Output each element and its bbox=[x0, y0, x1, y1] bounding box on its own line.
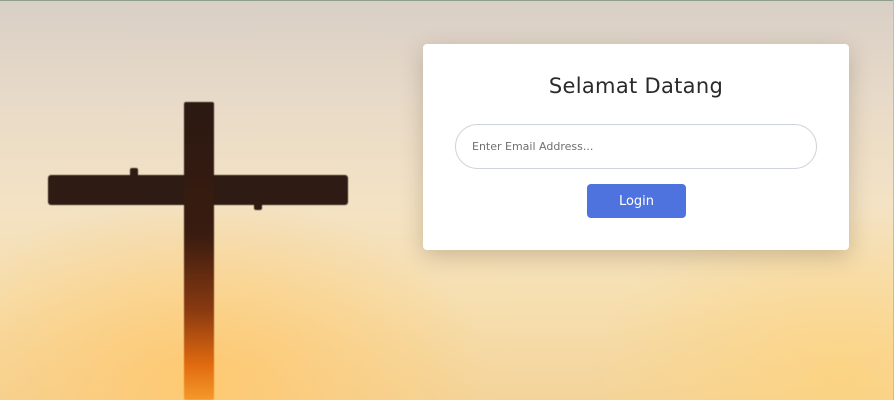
login-card: Selamat Datang Login bbox=[423, 44, 849, 250]
email-input[interactable] bbox=[455, 124, 817, 169]
cross-post bbox=[184, 102, 214, 400]
welcome-title: Selamat Datang bbox=[548, 74, 724, 98]
nail-left bbox=[130, 168, 138, 178]
nail-right bbox=[254, 200, 262, 210]
login-button[interactable]: Login bbox=[587, 184, 686, 218]
top-border bbox=[0, 0, 894, 1]
